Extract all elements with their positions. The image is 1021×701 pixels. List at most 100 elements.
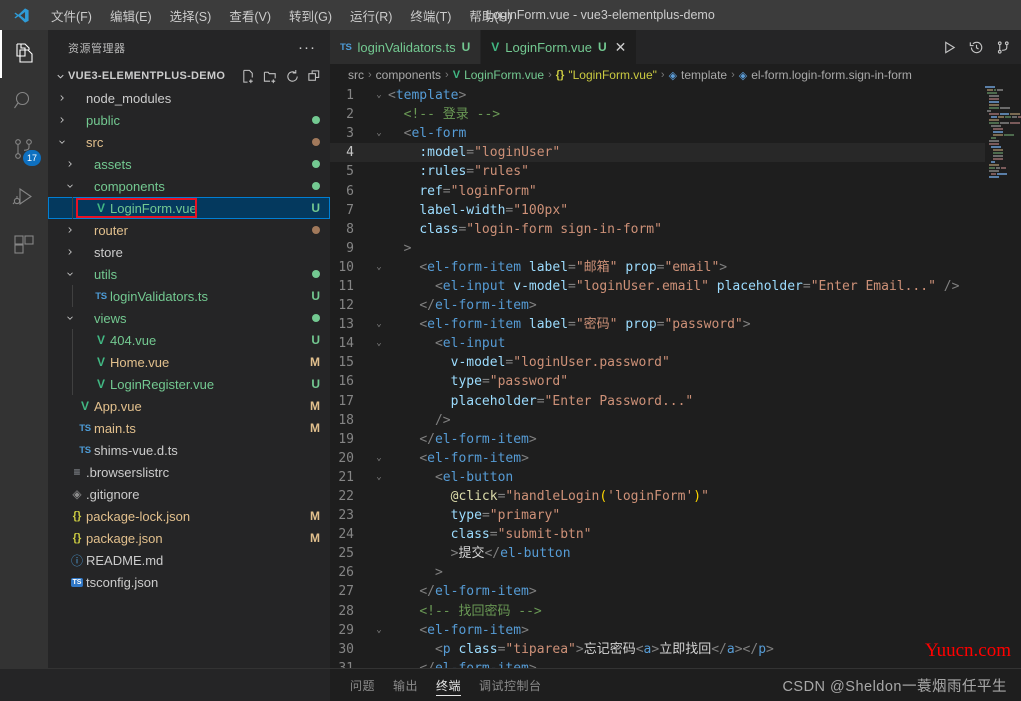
code-line[interactable]: 19 </el-form-item> xyxy=(330,430,985,449)
tree-file-row[interactable]: TS tsconfig.json xyxy=(48,571,330,593)
code-line[interactable]: 29 ⌄ <el-form-item> xyxy=(330,621,985,640)
tree-folder-row[interactable]: utils xyxy=(48,263,330,285)
code-line[interactable]: 24 class="submit-btn" xyxy=(330,525,985,544)
tree-file-row[interactable]: ◈ .gitignore xyxy=(48,483,330,505)
code-line[interactable]: 31 </el-form-item> xyxy=(330,659,985,668)
menu-file[interactable]: 文件(F) xyxy=(42,0,101,30)
tab-loginValidators-ts[interactable]: TS loginValidators.ts U xyxy=(330,30,482,65)
close-icon[interactable]: ✕ xyxy=(615,40,627,54)
fold-chevron-icon[interactable]: ⌄ xyxy=(372,315,386,334)
file-tree[interactable]: node_modules public src assets components V Lo… xyxy=(48,87,330,668)
tree-folder-row[interactable]: views xyxy=(48,307,330,329)
tab-LoginForm-vue[interactable]: V LoginForm.vue U ✕ xyxy=(481,30,638,65)
fold-chevron-icon[interactable]: ⌄ xyxy=(372,334,386,353)
code-line[interactable]: 10 ⌄ <el-form-item label="邮箱" prop="email… xyxy=(330,258,985,277)
menu-terminal[interactable]: 终端(T) xyxy=(401,0,460,30)
tree-folder-row[interactable]: components xyxy=(48,175,330,197)
split-editor-icon[interactable] xyxy=(991,33,1015,61)
ellipsis-icon[interactable]: ··· xyxy=(292,39,322,56)
activity-explorer[interactable] xyxy=(0,30,48,78)
code-line[interactable]: 7 label-width="100px" xyxy=(330,201,985,220)
refresh-icon[interactable] xyxy=(282,66,302,86)
code-line[interactable]: 16 type="password" xyxy=(330,372,985,391)
activity-run-debug[interactable] xyxy=(0,174,48,222)
code-line[interactable]: 28 <!-- 找回密码 --> xyxy=(330,602,985,621)
activity-extensions[interactable] xyxy=(0,222,48,270)
tree-file-row[interactable]: {} package.json M xyxy=(48,527,330,549)
panel-tab-terminal[interactable]: 终端 xyxy=(436,669,462,701)
tree-file-row[interactable]: V Home.vue M xyxy=(48,351,330,373)
tree-folder-row[interactable]: src xyxy=(48,131,330,153)
panel-tab-problems[interactable]: 问题 xyxy=(350,669,375,701)
tree-file-row[interactable]: TS loginValidators.ts U xyxy=(48,285,330,307)
tree-folder-row[interactable]: router xyxy=(48,219,330,241)
code-line[interactable]: 21 ⌄ <el-button xyxy=(330,468,985,487)
code-line[interactable]: 22 @click="handleLogin('loginForm')" xyxy=(330,487,985,506)
code-line[interactable]: 4 :model="loginUser" xyxy=(330,143,985,163)
workspace-root-row[interactable]: VUE3-ELEMENTPLUS-DEMO xyxy=(48,65,330,87)
fold-chevron-icon[interactable]: ⌄ xyxy=(372,468,386,487)
tree-folder-row[interactable]: public xyxy=(48,109,330,131)
fold-chevron-icon[interactable]: ⌄ xyxy=(372,124,386,143)
activity-source-control[interactable]: 17 xyxy=(0,126,48,174)
breadcrumb-item[interactable]: src xyxy=(348,68,364,82)
tree-file-row[interactable]: ≡ .browserslistrc xyxy=(48,461,330,483)
tree-folder-row[interactable]: store xyxy=(48,241,330,263)
menu-bar[interactable]: 文件(F) 编辑(E) 选择(S) 查看(V) 转到(G) 运行(R) 终端(T… xyxy=(42,0,521,30)
panel-tab-debug-console[interactable]: 调试控制台 xyxy=(479,669,542,701)
breadcrumb-item[interactable]: {} "LoginForm.vue" xyxy=(556,68,657,82)
code-line[interactable]: 12 </el-form-item> xyxy=(330,296,985,315)
menu-run[interactable]: 运行(R) xyxy=(341,0,401,30)
breadcrumb-item[interactable]: V LoginForm.vue xyxy=(453,68,544,82)
tree-file-row[interactable]: TS shims-vue.d.ts xyxy=(48,439,330,461)
code-line[interactable]: 27 </el-form-item> xyxy=(330,582,985,601)
menu-selection[interactable]: 选择(S) xyxy=(161,0,221,30)
new-file-icon[interactable] xyxy=(238,66,258,86)
tree-file-row[interactable]: {} package-lock.json M xyxy=(48,505,330,527)
fold-chevron-icon[interactable]: ⌄ xyxy=(372,449,386,468)
menu-go[interactable]: 转到(G) xyxy=(280,0,341,30)
menu-view[interactable]: 查看(V) xyxy=(220,0,280,30)
breadcrumb-item[interactable]: components xyxy=(376,68,441,82)
code-editor[interactable]: 1 ⌄ <template> 2 <!-- 登录 --> 3 ⌄ <el-form 4 :m… xyxy=(330,86,985,668)
breadcrumb-item[interactable]: ◈ template xyxy=(669,68,728,82)
tree-file-row[interactable]: ⓘ README.md xyxy=(48,549,330,571)
history-icon[interactable] xyxy=(964,33,988,61)
fold-chevron-icon[interactable]: ⌄ xyxy=(372,86,386,105)
tree-file-row[interactable]: TS main.ts M xyxy=(48,417,330,439)
collapse-all-icon[interactable] xyxy=(304,66,324,86)
fold-chevron-icon[interactable]: ⌄ xyxy=(372,621,386,640)
run-icon[interactable] xyxy=(937,33,961,61)
activity-search[interactable] xyxy=(0,78,48,126)
fold-chevron-icon[interactable]: ⌄ xyxy=(372,258,386,277)
breadcrumb[interactable]: src › components › V LoginForm.vue ›{} "LoginFo… xyxy=(330,64,1021,87)
menu-help[interactable]: 帮助(H) xyxy=(460,0,520,30)
breadcrumb-item[interactable]: ◈ el-form.login-form.sign-in-form xyxy=(739,68,912,82)
tree-file-row[interactable]: V LoginForm.vue U xyxy=(48,197,330,219)
minimap[interactable] xyxy=(985,86,1021,668)
code-line[interactable]: 3 ⌄ <el-form xyxy=(330,124,985,143)
code-line[interactable]: 11 <el-input v-model="loginUser.email" p… xyxy=(330,277,985,296)
code-line[interactable]: 14 ⌄ <el-input xyxy=(330,334,985,353)
code-line[interactable]: 6 ref="loginForm" xyxy=(330,182,985,201)
code-line[interactable]: 26 > xyxy=(330,563,985,582)
code-line[interactable]: 30 <p class="tiparea">忘记密码<a>立即找回</a></p… xyxy=(330,640,985,659)
code-line[interactable]: 8 class="login-form sign-in-form" xyxy=(330,220,985,239)
code-line[interactable]: 9 > xyxy=(330,239,985,258)
code-line[interactable]: 5 :rules="rules" xyxy=(330,162,985,181)
code-line[interactable]: 1 ⌄ <template> xyxy=(330,86,985,105)
tree-file-row[interactable]: V LoginRegister.vue U xyxy=(48,373,330,395)
code-line[interactable]: 13 ⌄ <el-form-item label="密码" prop="passw… xyxy=(330,315,985,334)
panel-tab-output[interactable]: 输出 xyxy=(393,669,418,701)
code-line[interactable]: 2 <!-- 登录 --> xyxy=(330,105,985,124)
code-line[interactable]: 17 placeholder="Enter Password..." xyxy=(330,392,985,411)
code-line[interactable]: 25 >提交</el-button xyxy=(330,544,985,563)
code-line[interactable]: 15 v-model="loginUser.password" xyxy=(330,353,985,372)
menu-edit[interactable]: 编辑(E) xyxy=(101,0,161,30)
new-folder-icon[interactable] xyxy=(260,66,280,86)
tree-folder-row[interactable]: assets xyxy=(48,153,330,175)
code-line[interactable]: 23 type="primary" xyxy=(330,506,985,525)
tree-folder-row[interactable]: node_modules xyxy=(48,87,330,109)
code-line[interactable]: 18 /> xyxy=(330,411,985,430)
tree-file-row[interactable]: V App.vue M xyxy=(48,395,330,417)
